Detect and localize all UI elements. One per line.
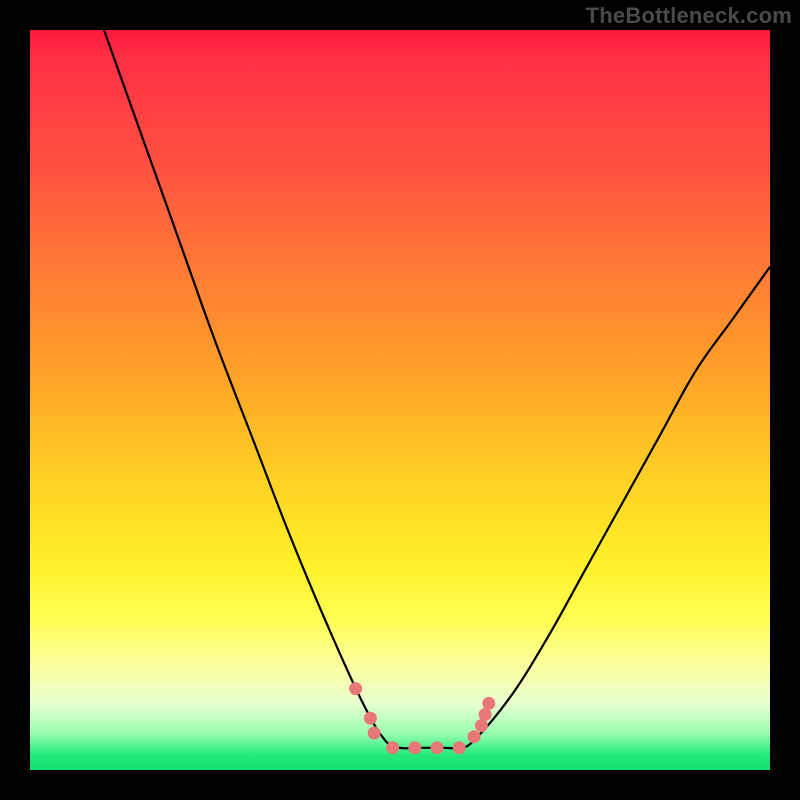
- attribution-label: TheBottleneck.com: [586, 3, 792, 29]
- chart-plot-area: [30, 30, 770, 770]
